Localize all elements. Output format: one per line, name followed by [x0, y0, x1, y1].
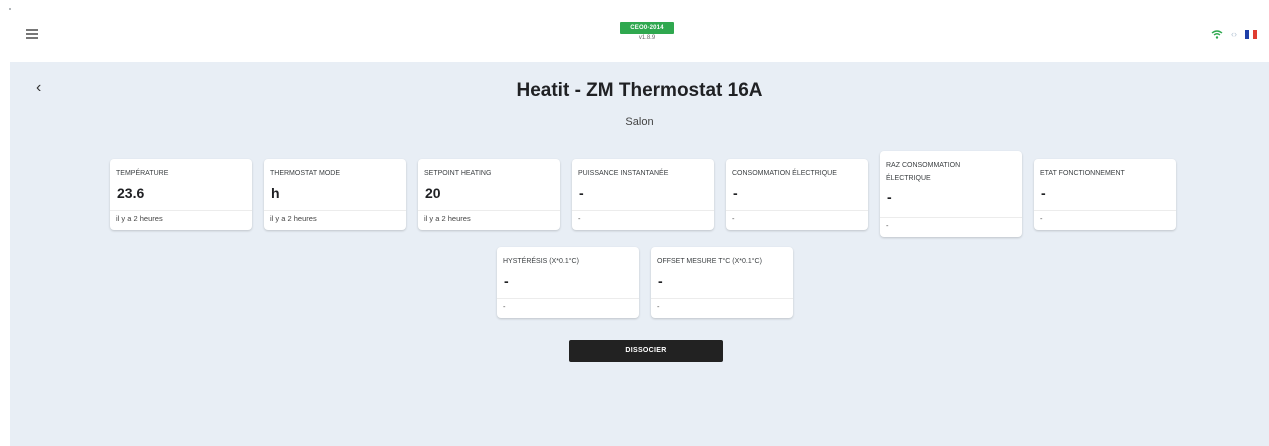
- card-label: SETPOINT HEATING: [424, 170, 492, 177]
- card-label: TEMPÉRATURE: [116, 170, 169, 177]
- card-value: -: [887, 189, 892, 205]
- version-label: v1.8.9: [638, 35, 656, 41]
- card-value: 20: [425, 185, 441, 201]
- card-timestamp: -: [503, 302, 506, 311]
- room-name: Salon: [625, 116, 654, 128]
- card-offset-mesure: OFFSET MESURE T°C (X*0.1°C) - -: [651, 247, 793, 318]
- card-timestamp: -: [732, 214, 735, 223]
- card-value: -: [733, 185, 738, 201]
- french-flag-icon[interactable]: [1245, 30, 1257, 39]
- card-label: HYSTÉRÉSIS (X*0.1°C): [503, 258, 579, 265]
- card-hysteresis: HYSTÉRÉSIS (X*0.1°C) - -: [497, 247, 639, 318]
- corner-dot: [9, 8, 11, 10]
- card-label: THERMOSTAT MODE: [270, 170, 340, 177]
- menu-icon[interactable]: [26, 29, 38, 39]
- page-title: Heatit - ZM Thermostat 16A: [516, 80, 763, 101]
- main-content: ‹ Heatit - ZM Thermostat 16A Salon TEMPÉ…: [10, 62, 1269, 446]
- card-timestamp: -: [1040, 214, 1043, 223]
- card-puissance-instantanee: PUISSANCE INSTANTANÉE - -: [572, 159, 714, 230]
- card-label: RAZ CONSOMMATION ÉLECTRIQUE: [886, 162, 961, 182]
- card-timestamp: -: [657, 302, 660, 311]
- card-timestamp: il y a 2 heures: [424, 214, 471, 223]
- card-raz-consommation: RAZ CONSOMMATION ÉLECTRIQUE - -: [880, 151, 1022, 237]
- card-value: -: [579, 185, 584, 201]
- sync-icon: ‹›: [1231, 29, 1237, 39]
- card-label: ETAT FONCTIONNEMENT: [1040, 170, 1125, 177]
- card-value: -: [504, 273, 509, 289]
- controller-badge: CEO0-2014: [620, 22, 674, 34]
- card-label: CONSOMMATION ÉLECTRIQUE: [732, 170, 837, 177]
- card-setpoint-heating: SETPOINT HEATING 20 il y a 2 heures: [418, 159, 560, 230]
- wifi-icon: [1211, 30, 1223, 39]
- card-consommation-electrique: CONSOMMATION ÉLECTRIQUE - -: [726, 159, 868, 230]
- card-value: 23.6: [117, 185, 145, 201]
- card-timestamp: -: [578, 214, 581, 223]
- card-label: OFFSET MESURE T°C (X*0.1°C): [657, 258, 762, 265]
- controller-badge-group: CEO0-2014 v1.8.9: [620, 22, 674, 41]
- card-value: h: [271, 185, 280, 201]
- card-timestamp: -: [886, 221, 889, 230]
- top-bar: CEO0-2014 v1.8.9 ‹›: [0, 0, 1269, 62]
- card-temperature: TEMPÉRATURE 23.6 il y a 2 heures: [110, 159, 252, 230]
- card-etat-fonctionnement: ETAT FONCTIONNEMENT - -: [1034, 159, 1176, 230]
- card-timestamp: il y a 2 heures: [116, 214, 163, 223]
- card-label: PUISSANCE INSTANTANÉE: [578, 170, 669, 177]
- dissociate-button[interactable]: DISSOCIER: [569, 340, 723, 362]
- card-thermostat-mode: THERMOSTAT MODE h il y a 2 heures: [264, 159, 406, 230]
- card-value: -: [658, 273, 663, 289]
- status-icons: ‹›: [1211, 30, 1257, 39]
- card-value: -: [1041, 185, 1046, 201]
- card-timestamp: il y a 2 heures: [270, 214, 317, 223]
